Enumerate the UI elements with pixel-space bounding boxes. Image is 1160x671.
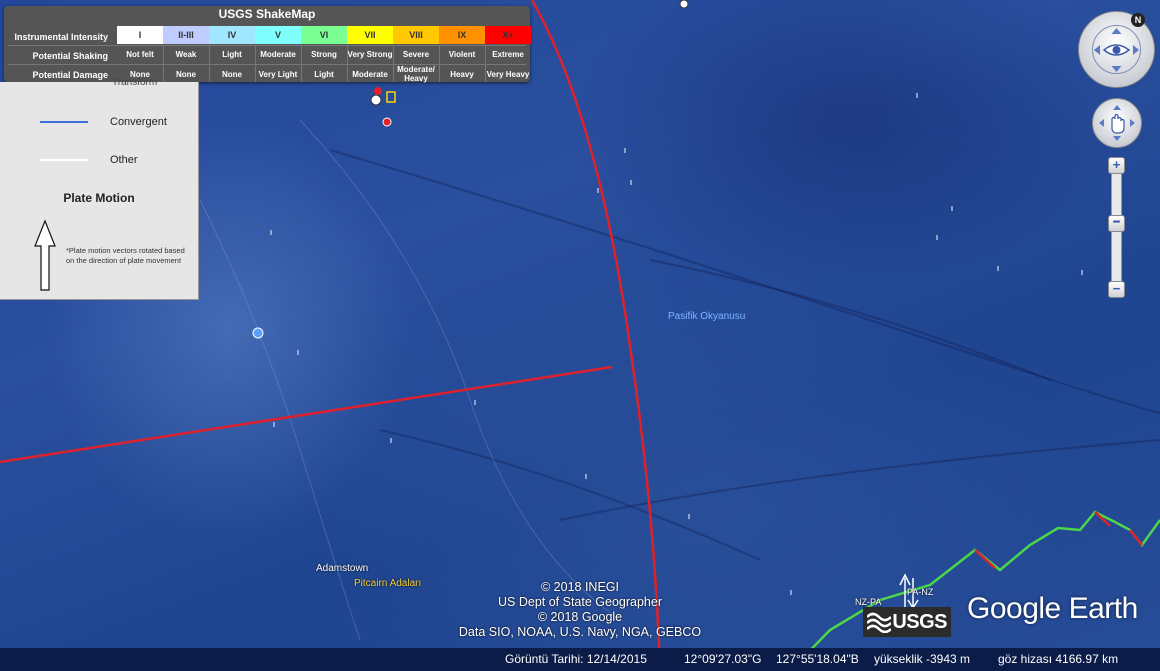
intensity-cell: X+ xyxy=(485,26,531,44)
column-divider xyxy=(393,46,394,82)
place-label-pitcairn[interactable]: Pitcairn Adaları xyxy=(354,578,421,589)
damage-cell: Very Light xyxy=(258,69,298,79)
damage-cell: Heavy xyxy=(450,69,474,79)
damage-cell: None xyxy=(176,69,196,79)
place-label-adamstown[interactable]: Adamstown xyxy=(316,563,368,574)
intensity-cell: I xyxy=(117,26,163,44)
latitude-readout: 12°09'27.03"G xyxy=(684,652,762,666)
damage-cell: Moderate xyxy=(352,69,388,79)
plate-motion-note: *Plate motion vectors rotated based on t… xyxy=(66,246,185,265)
shaking-cell: Very Strong xyxy=(347,50,393,59)
shaking-cell: Extreme xyxy=(492,50,524,59)
zoom-in-button[interactable]: + xyxy=(1108,157,1125,174)
other-line-swatch xyxy=(40,159,88,161)
plate-boundary-red-line xyxy=(0,365,613,464)
zoom-out-button[interactable]: − xyxy=(1108,281,1125,298)
column-divider xyxy=(255,46,256,82)
credit-line: US Dept of State Geographer xyxy=(498,595,662,609)
north-indicator[interactable]: N xyxy=(1131,13,1145,27)
plate-boundary-red-curve xyxy=(530,0,662,671)
credit-line: © 2018 INEGI xyxy=(541,580,619,594)
move-navigation-ring[interactable] xyxy=(1092,98,1142,148)
column-divider xyxy=(209,46,210,82)
status-bar: Görüntü Tarihi: 12/14/2015 12°09'27.03"G… xyxy=(0,648,1160,671)
column-divider xyxy=(485,46,486,82)
google-earth-logo: Google Earth xyxy=(967,592,1138,625)
plate-motion-heading: Plate Motion xyxy=(63,191,135,205)
row-label-shaking: Potential Shaking xyxy=(32,51,108,61)
intensity-cell: VIII xyxy=(393,26,439,44)
column-divider xyxy=(347,46,348,82)
usgs-wave-icon xyxy=(867,612,891,633)
shaking-cell: Not felt xyxy=(126,50,154,59)
shaking-cell: Strong xyxy=(311,50,337,59)
map-credits: © 2018 INEGI US Dept of State Geographer… xyxy=(440,580,720,640)
intensity-cell: VI xyxy=(301,26,347,44)
damage-cell: Moderate/ Heavy xyxy=(397,65,435,83)
column-divider xyxy=(163,46,164,82)
boundary-label-pa-nz: PA-NZ xyxy=(907,587,934,597)
shaking-cell: Weak xyxy=(175,50,197,59)
shaking-cell: Violent xyxy=(448,50,476,59)
intensity-cell: IV xyxy=(209,26,255,44)
plate-legend-panel: Transform Convergent Other Plate Motion … xyxy=(0,77,199,300)
intensity-cell: VII xyxy=(347,26,393,44)
legend-item-convergent: Convergent xyxy=(110,116,167,128)
damage-cell: None xyxy=(222,69,242,79)
intensity-cell: II-III xyxy=(163,26,209,44)
longitude-readout: 127°55'18.04"B xyxy=(776,652,859,666)
column-divider xyxy=(301,46,302,82)
hand-icon xyxy=(1099,105,1135,141)
eye-altitude-readout: göz hizası 4166.97 km xyxy=(998,652,1119,666)
shakemap-title: USGS ShakeMap xyxy=(218,7,316,21)
intensity-cell: IX xyxy=(439,26,485,44)
shaking-cell: Light xyxy=(222,50,242,59)
damage-cell: Light xyxy=(314,69,334,79)
shakemap-legend: USGS ShakeMap Instrumental Intensity Pot… xyxy=(4,6,531,83)
legend-item-transform-partial: Transform xyxy=(112,77,158,88)
intensity-cell: V xyxy=(255,26,301,44)
zoom-slider-thumb[interactable]: ━ xyxy=(1108,215,1125,232)
boundary-label-nz-pa: NZ-PA xyxy=(855,597,882,607)
usgs-logo-text: USGS xyxy=(892,611,947,633)
row-label-damage: Potential Damage xyxy=(32,70,108,80)
ocean-label: Pasifik Okyanusu xyxy=(668,311,746,322)
elevation-readout: yükseklik -3943 m xyxy=(874,652,971,666)
convergent-line-swatch xyxy=(40,121,88,123)
legend-item-other: Other xyxy=(110,154,138,166)
shaking-cell: Moderate xyxy=(260,50,296,59)
row-label-intensity: Instrumental Intensity xyxy=(14,32,108,42)
imagery-date: Görüntü Tarihi: 12/14/2015 xyxy=(505,652,647,666)
shaking-cell: Severe xyxy=(402,50,430,59)
damage-cell: Very Heavy xyxy=(486,69,530,79)
credit-line: Data SIO, NOAA, U.S. Navy, NGA, GEBCO xyxy=(458,625,702,639)
usgs-logo: USGS xyxy=(863,607,951,637)
column-divider xyxy=(439,46,440,82)
credit-line: © 2018 Google xyxy=(537,610,623,624)
plate-motion-arrow-icon xyxy=(34,219,56,291)
